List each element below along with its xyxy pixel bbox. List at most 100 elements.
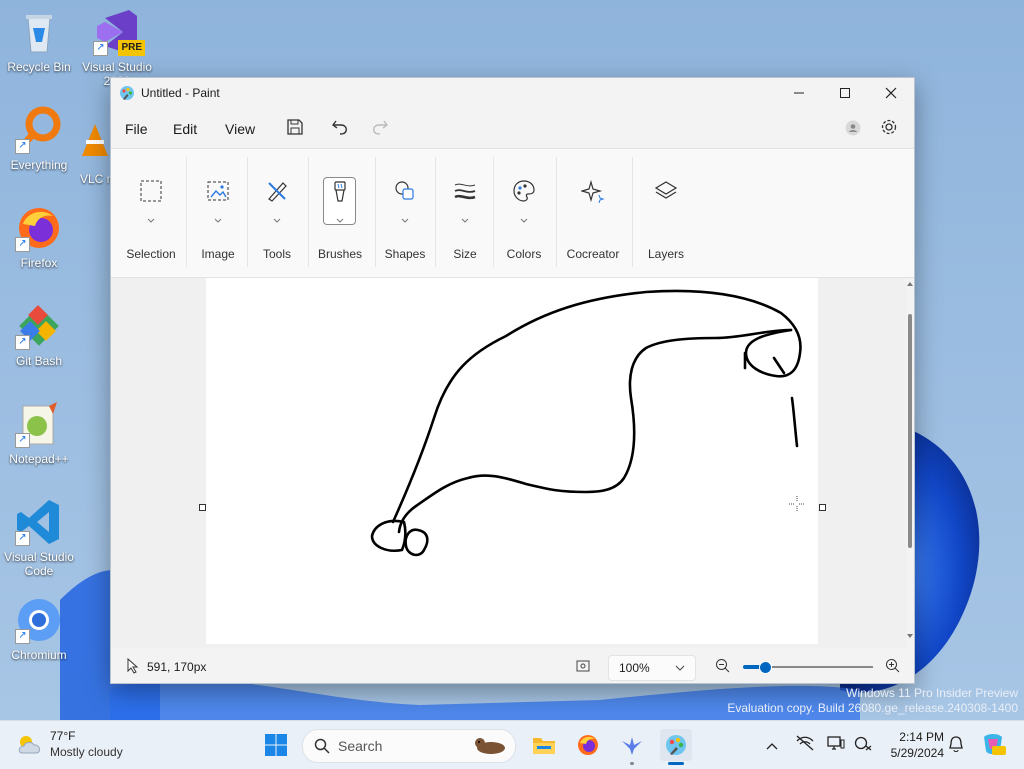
account-icon[interactable] (845, 120, 861, 139)
image-icon (206, 179, 230, 206)
canvas-resize-handle-right[interactable] (819, 504, 826, 511)
copilot-icon[interactable] (980, 731, 1006, 760)
desktop-icon-label: Visual Studio Code (4, 550, 74, 578)
maximize-button[interactable] (822, 78, 868, 108)
chevron-down-icon (336, 212, 344, 226)
desktop-icon-label: Notepad++ (9, 452, 69, 466)
size-icon (453, 179, 477, 206)
ribbon-label: Shapes (384, 247, 426, 261)
cloudy-weather-icon (16, 733, 44, 760)
shortcut-arrow-icon: ↗ (15, 433, 30, 448)
ribbon-group-brushes[interactable]: Brushes (311, 149, 369, 277)
desktop-icon-git-bash[interactable]: ↗ Git Bash (2, 302, 76, 368)
ribbon-label: Layers (647, 247, 685, 261)
clock-time: 2:14 PM (899, 730, 944, 744)
hand-drawing (370, 289, 802, 557)
recycle-bin-icon (15, 8, 63, 56)
close-icon (885, 87, 897, 99)
settings-icon[interactable] (880, 118, 898, 139)
chevron-down-icon (273, 212, 281, 226)
running-indicator (630, 762, 634, 765)
ribbon-group-layers[interactable]: Layers (635, 149, 697, 277)
paint-window: Untitled - Paint File Edit View Selectio… (110, 77, 915, 684)
paint-icon (666, 735, 686, 755)
desktop-icon-everything[interactable]: ↗ Everything (2, 106, 76, 172)
vertical-scrollbar[interactable] (906, 278, 914, 648)
title-bar[interactable]: Untitled - Paint (111, 78, 914, 108)
taskbar-paint[interactable] (660, 729, 692, 765)
redo-icon[interactable] (371, 118, 389, 139)
minimize-button[interactable] (776, 78, 822, 108)
close-button[interactable] (868, 78, 914, 108)
ribbon-group-shapes[interactable]: Shapes (377, 149, 433, 277)
taskbar-clock[interactable]: 2:14 PM 5/29/2024 (880, 729, 944, 761)
undo-icon[interactable] (331, 118, 349, 139)
desktop-icon-label: Git Bash (15, 354, 63, 368)
ribbon-label: Cocreator (566, 247, 620, 261)
everything-search-icon: ↗ (15, 106, 63, 154)
chevron-down-icon (214, 212, 222, 226)
layers-icon (654, 179, 678, 206)
drawing-canvas[interactable] (206, 278, 818, 644)
desktop-icon-vscode[interactable]: ↗ Visual Studio Code (2, 498, 76, 578)
ribbon-label: Selection (126, 247, 176, 261)
ribbon-divider (632, 157, 633, 267)
chevron-down-icon (147, 212, 155, 226)
ribbon-group-image[interactable]: Image (189, 149, 247, 277)
chevron-up-icon[interactable] (766, 739, 778, 753)
menu-file[interactable]: File (125, 121, 148, 137)
taskbar-search[interactable]: Search (302, 729, 516, 763)
zoom-in-icon[interactable] (885, 658, 901, 677)
desktop-icon-notepad-plus-plus[interactable]: ↗ Notepad++ (2, 400, 76, 466)
paint-app-icon (119, 85, 135, 104)
watermark-line-2: Evaluation copy. Build 26080.ge_release.… (727, 701, 1018, 715)
search-label: Search (338, 738, 383, 754)
desktop-icon-visual-studio[interactable]: PRE ↗ Visual Studio 2022 (80, 8, 154, 88)
zoom-out-icon[interactable] (715, 658, 731, 677)
ribbon-toolbar: Selection Image Tools Brushes Shapes Siz… (111, 148, 914, 278)
menu-view[interactable]: View (225, 121, 255, 137)
taskbar: 77°F Mostly cloudy Search 2:14 PM 5/29/2… (0, 720, 1024, 769)
canvas-resize-handle-left[interactable] (199, 504, 206, 511)
file-explorer-icon (533, 738, 555, 754)
ribbon-group-colors[interactable]: Colors (495, 149, 553, 277)
zoom-dropdown[interactable]: 100% (608, 655, 696, 681)
network-off-icon[interactable] (796, 735, 814, 754)
start-button[interactable] (260, 729, 292, 761)
vscode-icon: ↗ (15, 498, 63, 546)
fit-to-window-icon[interactable] (575, 658, 591, 677)
shortcut-arrow-icon: ↗ (15, 531, 30, 546)
menu-edit[interactable]: Edit (173, 121, 197, 137)
ribbon-group-selection[interactable]: Selection (119, 149, 183, 277)
desktop-icon-chromium[interactable]: ↗ Chromium (2, 596, 76, 662)
desktop-icon-vlc[interactable]: VLC media player (80, 120, 110, 186)
notification-bell-icon[interactable] (948, 735, 964, 756)
pointer-icon (127, 657, 139, 677)
save-icon[interactable] (286, 118, 304, 139)
shortcut-arrow-icon: ↗ (15, 335, 30, 350)
shortcut-arrow-icon: ↗ (93, 41, 108, 56)
ribbon-group-size[interactable]: Size (439, 149, 491, 277)
bird-app-icon (622, 737, 642, 755)
taskbar-bird-app[interactable] (616, 729, 648, 765)
settings-tray-icon[interactable] (854, 735, 872, 754)
desktop-icon-firefox[interactable]: ↗ Firefox (2, 204, 76, 270)
display-icon[interactable] (827, 735, 845, 754)
chevron-down-icon (461, 212, 469, 226)
ribbon-group-tools[interactable]: Tools (251, 149, 303, 277)
ribbon-label: Tools (262, 247, 291, 261)
desktop-icon-recycle-bin[interactable]: Recycle Bin (2, 8, 76, 74)
visual-studio-icon: PRE ↗ (93, 8, 145, 56)
chevron-down-icon (401, 212, 409, 226)
cursor-position: 591, 170px (147, 660, 207, 674)
desktop-icon-label: Recycle Bin (7, 60, 71, 74)
zoom-slider[interactable] (743, 661, 873, 674)
ribbon-group-cocreator[interactable]: Cocreator (559, 149, 627, 277)
desktop-icon-label: Everything (10, 158, 68, 172)
taskbar-file-explorer[interactable] (528, 729, 560, 761)
chevron-down-icon (675, 665, 685, 671)
crosshair-cursor-icon (789, 496, 805, 515)
zoom-slider-thumb[interactable] (759, 661, 772, 674)
ribbon-label: Brushes (317, 247, 363, 261)
taskbar-firefox[interactable] (572, 729, 604, 761)
